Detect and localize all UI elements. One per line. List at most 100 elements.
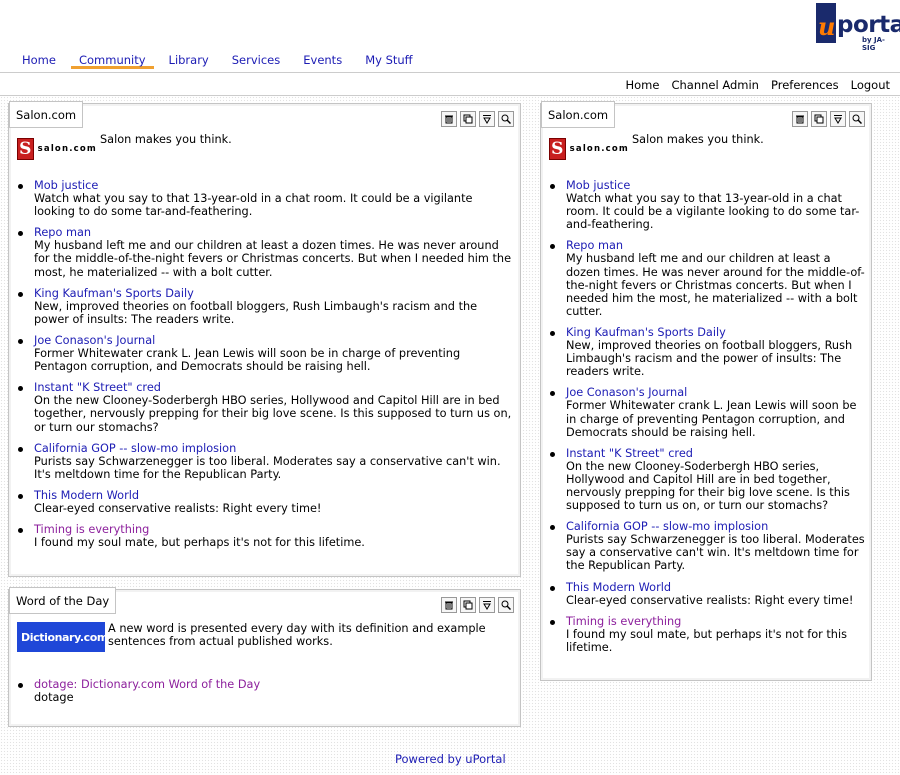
list-item: Instant "K Street" cred On the new Cloone…: [18, 381, 512, 434]
minimize-button[interactable]: [479, 111, 495, 127]
item-description: New, improved theories on football blogg…: [566, 339, 853, 379]
zoom-button[interactable]: [498, 111, 514, 127]
detach-button[interactable]: [460, 597, 476, 613]
minimize-button[interactable]: [479, 597, 495, 613]
item-link[interactable]: This Modern World: [566, 581, 671, 594]
item-description: Watch what you say to that 13-year-old i…: [566, 192, 860, 232]
item-link[interactable]: This Modern World: [34, 489, 139, 502]
salon-s-icon: S: [17, 138, 34, 160]
channel-intro: Dictionary.com A new word is presented e…: [17, 622, 498, 652]
salon-logo-text: salon.com: [569, 144, 629, 154]
item-link[interactable]: dotage: Dictionary.com Word of the Day: [34, 678, 260, 691]
trash-button[interactable]: [441, 597, 457, 613]
trash-icon: [444, 600, 454, 610]
list-item: Timing is everything I found my soul mate…: [18, 523, 512, 550]
item-description: My husband left me and our children at l…: [34, 239, 512, 279]
channel-controls: [438, 111, 514, 127]
channel-intro-text: Salon makes you think.: [632, 133, 764, 146]
salon-item-list: Mob justice Watch what you say to that 13…: [541, 179, 866, 662]
trash-button[interactable]: [792, 111, 808, 127]
item-link[interactable]: Mob justice: [34, 179, 98, 192]
item-link[interactable]: Instant "K Street" cred: [34, 381, 161, 394]
subnav-preferences[interactable]: Preferences: [771, 78, 839, 92]
zoom-icon: [852, 114, 862, 124]
channel-controls: [438, 597, 514, 613]
subnav-logout[interactable]: Logout: [851, 78, 890, 92]
trash-icon: [795, 114, 805, 124]
item-link[interactable]: Mob justice: [566, 179, 630, 192]
item-link[interactable]: California GOP -- slow-mo implosion: [34, 442, 236, 455]
item-description: Former Whitewater crank L. Jean Lewis wi…: [34, 347, 461, 374]
item-description: dotage: [34, 691, 74, 705]
list-item: Repo man My husband left me and our child…: [550, 239, 866, 318]
channel-salon-left: Salon.com S salon.com Salon makes you th…: [8, 101, 521, 577]
uportal-logo[interactable]: u portal by JA-SIG: [816, 3, 900, 52]
item-description: Clear-eyed conservative realists: Right …: [34, 501, 322, 515]
minimize-icon: [833, 114, 843, 124]
logo-byline: by JA-SIG: [862, 36, 885, 52]
item-link[interactable]: Repo man: [34, 226, 91, 239]
list-item: California GOP -- slow-mo implosion Puris…: [550, 520, 866, 573]
tab-services[interactable]: Services: [224, 52, 289, 69]
list-item: Timing is everything I found my soul mate…: [550, 615, 866, 654]
item-link[interactable]: Joe Conason's Journal: [34, 334, 155, 347]
item-description: Purists say Schwarzenegger is too libera…: [34, 454, 501, 481]
list-item: dotage: Dictionary.com Word of the Day do…: [18, 678, 512, 705]
zoom-button[interactable]: [498, 597, 514, 613]
tab-home[interactable]: Home: [14, 52, 64, 69]
item-description: I found my soul mate, but perhaps it's n…: [34, 536, 365, 550]
item-link[interactable]: King Kaufman's Sports Daily: [34, 287, 194, 300]
salon-s-icon: S: [549, 138, 566, 160]
channel-word-of-the-day: Word of the Day Dictionary.com A new wor…: [8, 587, 521, 727]
trash-icon: [444, 114, 454, 124]
list-item: King Kaufman's Sports Daily New, improved…: [550, 326, 866, 379]
tab-community[interactable]: Community: [70, 52, 154, 69]
item-link[interactable]: Instant "K Street" cred: [566, 447, 693, 460]
subnav-channel-admin[interactable]: Channel Admin: [671, 78, 759, 92]
list-item: King Kaufman's Sports Daily New, improved…: [18, 287, 512, 326]
item-description: Watch what you say to that 13-year-old i…: [34, 192, 473, 219]
item-link[interactable]: Timing is everything: [566, 615, 681, 628]
logo-portal: portal: [837, 12, 900, 38]
item-link[interactable]: Joe Conason's Journal: [566, 386, 687, 399]
channel-intro: S salon.com Salon makes you think.: [17, 133, 400, 161]
list-item: Repo man My husband left me and our child…: [18, 226, 512, 279]
item-link[interactable]: King Kaufman's Sports Daily: [566, 326, 726, 339]
trash-button[interactable]: [441, 111, 457, 127]
header: u portal by JA-SIG Home Community Library S…: [0, 0, 900, 72]
list-item: Mob justice Watch what you say to that 13…: [18, 179, 512, 219]
tab-library[interactable]: Library: [161, 52, 217, 69]
subnav-home[interactable]: Home: [625, 78, 659, 92]
item-link[interactable]: California GOP -- slow-mo implosion: [566, 520, 768, 533]
detach-button[interactable]: [460, 111, 476, 127]
tab-my-stuff[interactable]: My Stuff: [357, 52, 420, 69]
detach-button[interactable]: [811, 111, 827, 127]
list-item: This Modern World Clear-eyed conservative…: [550, 581, 866, 607]
logo-u: u: [818, 12, 836, 41]
list-item: This Modern World Clear-eyed conservative…: [18, 489, 512, 515]
list-item: Joe Conason's Journal Former Whitewater c…: [18, 334, 512, 374]
detach-icon: [463, 114, 473, 124]
list-item: Mob justice Watch what you say to that 13…: [550, 179, 866, 232]
item-description: Purists say Schwarzenegger is too libera…: [566, 533, 865, 573]
item-link[interactable]: Timing is everything: [34, 523, 149, 536]
salon-logo-text: salon.com: [37, 144, 97, 154]
channel-title: Salon.com: [9, 101, 84, 128]
item-link[interactable]: Repo man: [566, 239, 623, 252]
word-item-list: dotage: Dictionary.com Word of the Day do…: [9, 678, 512, 712]
tab-events[interactable]: Events: [295, 52, 350, 69]
minimize-icon: [482, 114, 492, 124]
channel-title: Word of the Day: [9, 587, 117, 614]
zoom-button[interactable]: [849, 111, 865, 127]
minimize-button[interactable]: [830, 111, 846, 127]
channel-controls: [789, 111, 865, 127]
item-description: I found my soul mate, but perhaps it's n…: [566, 627, 847, 654]
main-tabs: Home Community Library Services Events My Stu…: [14, 52, 428, 71]
channel-intro: S salon.com Salon makes you think.: [549, 133, 832, 161]
minimize-icon: [482, 600, 492, 610]
dictionary-logo: Dictionary.com: [17, 622, 108, 652]
salon-logo: S salon.com: [17, 137, 97, 161]
footer-powered-by[interactable]: Powered by uPortal: [395, 752, 506, 766]
sub-navigation: Home Channel Admin Preferences Logout: [0, 73, 900, 96]
channel-intro-text: Salon makes you think.: [100, 133, 232, 146]
